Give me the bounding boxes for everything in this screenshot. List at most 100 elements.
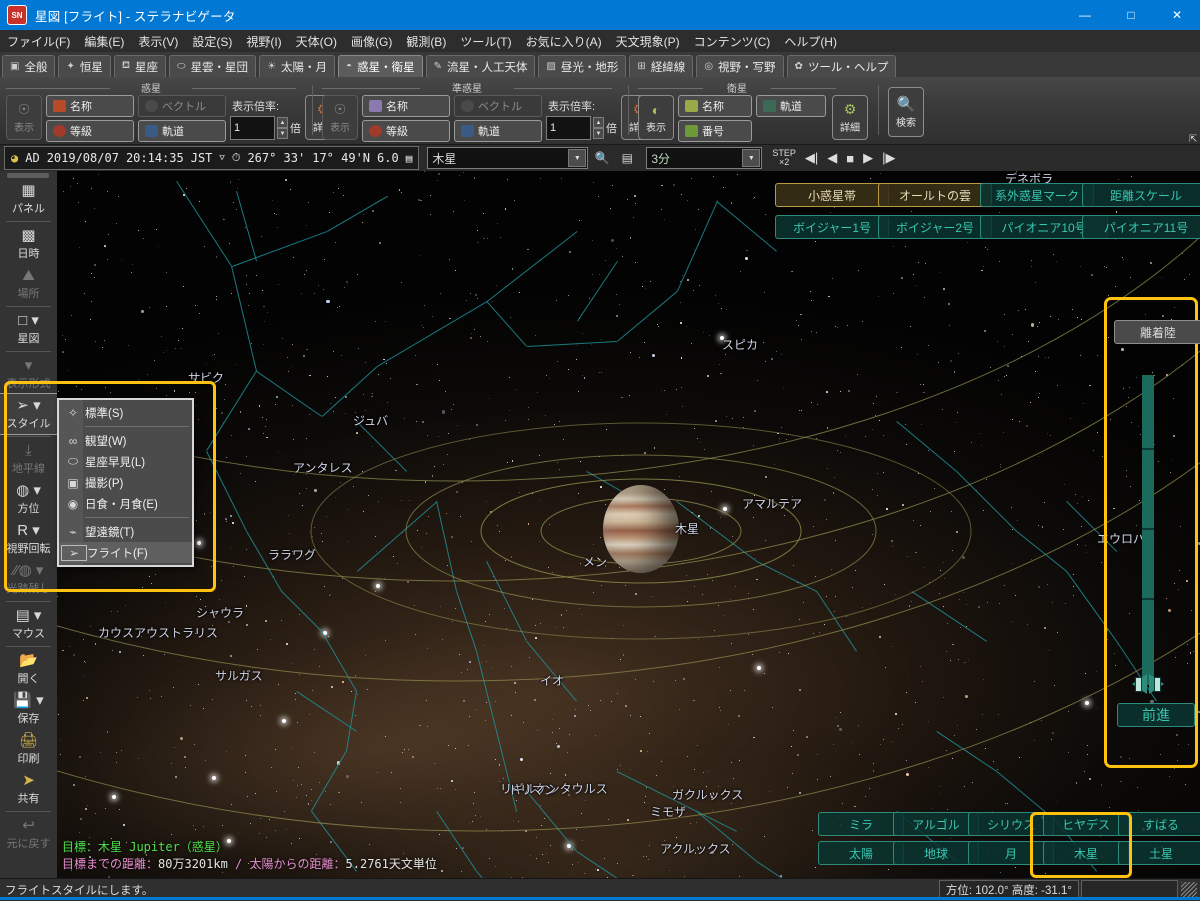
sidebar-item-chart[interactable]: □ ▾ 星図: [0, 309, 57, 349]
rewind-button[interactable]: ◀: [827, 150, 837, 166]
sky-label: 木星: [675, 522, 700, 536]
sidebar-item-datetime[interactable]: ▩ 日時: [0, 224, 57, 264]
planets-vector-toggle[interactable]: ベクトル: [138, 95, 226, 117]
time-value[interactable]: 20:14:35: [126, 151, 184, 165]
timezone-value[interactable]: JST: [191, 151, 213, 165]
play-button[interactable]: ▶: [863, 150, 873, 166]
dwarf-zoom-spinner[interactable]: ▲ ▼: [593, 117, 604, 139]
satellites-detail-button[interactable]: ⚙ 詳細: [832, 95, 868, 140]
dwarf-zoom-input[interactable]: 1: [546, 116, 591, 140]
close-button[interactable]: ✕: [1154, 0, 1200, 30]
menu-fieldofview[interactable]: 視野(I): [239, 31, 288, 52]
sky-button-probe-1[interactable]: ボイジャー2号: [878, 215, 992, 239]
date-value[interactable]: 2019/08/07: [47, 151, 119, 165]
sky-view[interactable]: デネボラ スピカ サビク ジュバ アンタレス ララワグ アマルテア 木星 メン エウロパ シャウラカ…: [57, 171, 1200, 878]
sky-button-0[interactable]: 小惑星帯: [775, 183, 889, 207]
datetime-panel[interactable]: ◕ AD 2019/08/07 20:14:35 JST ▽ ⏱ 267° 33…: [4, 146, 420, 170]
tab-constellations[interactable]: ⛾ 星座: [113, 55, 167, 77]
sidebar-item-open[interactable]: 📂 開く: [0, 649, 57, 689]
step-x2-icon[interactable]: STEP ×2: [772, 149, 796, 167]
tab-tools-help[interactable]: ✿ ツール・ヘルプ: [786, 55, 897, 77]
sky-button-3[interactable]: 距離スケール: [1082, 183, 1200, 207]
skip-forward-button[interactable]: |▶: [882, 150, 895, 166]
tab-sun-moon[interactable]: ☀ 太陽・月: [259, 55, 336, 77]
tab-planets-satellites[interactable]: ◓ 惑星・衛星: [338, 55, 423, 77]
timezone-dropdown-icon[interactable]: ▽: [219, 153, 224, 163]
sidebar-item-share[interactable]: ➤ 共有: [0, 769, 57, 809]
object-select[interactable]: 木星 ▼: [427, 147, 589, 169]
skip-back-button[interactable]: ◀|: [805, 150, 818, 166]
menu-edit[interactable]: 編集(E): [77, 31, 131, 52]
minimize-button[interactable]: —: [1062, 0, 1108, 30]
menu-file[interactable]: ファイル(F): [0, 31, 77, 52]
dwarf-magnitude-toggle[interactable]: 等級: [362, 120, 450, 142]
sidebar-item-print[interactable]: 🖨 印刷: [0, 729, 57, 769]
object-list-icon[interactable]: ▤: [616, 148, 638, 168]
menu-tools[interactable]: ツール(T): [453, 31, 518, 52]
sidebar-item-undo[interactable]: ↩ 元に戻す: [0, 814, 57, 854]
maximize-button[interactable]: □: [1108, 0, 1154, 30]
tab-nebulae[interactable]: ⬭ 星雲・星団: [169, 55, 257, 77]
resize-grip[interactable]: [1181, 882, 1197, 898]
flight-speed-slider[interactable]: [1142, 375, 1154, 685]
sky-button-probe-0[interactable]: ボイジャー1号: [775, 215, 889, 239]
sky-button-probe-3[interactable]: パイオニア11号: [1082, 215, 1200, 239]
menu-observation[interactable]: 観測(B): [399, 31, 453, 52]
menu-help[interactable]: ヘルプ(H): [777, 31, 844, 52]
planets-show-button[interactable]: ☉ 表示: [6, 95, 42, 140]
dwarf-vector-toggle[interactable]: ベクトル: [454, 95, 542, 117]
forward-button[interactable]: 前進: [1117, 703, 1195, 727]
tab-daylight-terrain[interactable]: ▨ 昼光・地形: [538, 55, 627, 77]
sky-button-1[interactable]: オールトの雲: [878, 183, 992, 207]
menu-settings[interactable]: 設定(S): [185, 31, 239, 52]
tab-gridlines[interactable]: ⊞ 経緯線: [629, 55, 694, 77]
menu-image[interactable]: 画像(G): [344, 31, 399, 52]
menu-view[interactable]: 表示(V): [131, 31, 185, 52]
sky-object-button-太陽[interactable]: 太陽: [818, 841, 904, 865]
planets-zoom-spinner[interactable]: ▲ ▼: [277, 117, 288, 139]
tab-stars[interactable]: ✦ 恒星: [58, 55, 111, 77]
satellites-number-toggle[interactable]: 番号: [678, 120, 752, 142]
sky-button-2[interactable]: 系外惑星マーク: [980, 183, 1094, 207]
print-icon: 🖨: [18, 732, 39, 749]
menu-favorites[interactable]: お気に入り(A): [519, 31, 609, 52]
sky-object-button-ミラ[interactable]: ミラ: [818, 812, 904, 836]
dwarf-name-toggle[interactable]: 名称: [362, 95, 450, 117]
object-search-icon[interactable]: 🔍: [591, 148, 613, 168]
sidebar-item-mouse[interactable]: ▤ ▾ マウス: [0, 604, 57, 644]
stop-button[interactable]: ■: [846, 151, 854, 166]
sky-object-button-アルゴル[interactable]: アルゴル: [893, 812, 979, 836]
satellites-orbit-toggle[interactable]: 軌道: [756, 95, 826, 117]
time-step-select[interactable]: 3分 ▼: [646, 147, 763, 169]
calendar-icon[interactable]: ▤: [406, 152, 413, 165]
flight-slider-handle[interactable]: [1124, 673, 1172, 695]
tab-general[interactable]: ▣ 全般: [2, 55, 56, 77]
chevron-down-icon[interactable]: ▼: [568, 149, 587, 167]
planets-magnitude-toggle[interactable]: 等級: [46, 120, 134, 142]
window-controls: — □ ✕: [1062, 0, 1200, 30]
menu-astronomy[interactable]: 天文現象(P): [609, 31, 687, 52]
sidebar-item-panel[interactable]: ▦ パネル: [0, 179, 57, 219]
jupiter-planet[interactable]: [603, 485, 679, 573]
tab-field-of-view[interactable]: ◎ 視野・写野: [696, 55, 784, 77]
menu-object[interactable]: 天体(O): [289, 31, 344, 52]
satellites-show-button[interactable]: ◐ 表示: [638, 95, 674, 140]
planets-name-toggle[interactable]: 名称: [46, 95, 134, 117]
sky-object-button-地球[interactable]: 地球: [893, 841, 979, 865]
chevron-down-icon[interactable]: ▼: [742, 149, 761, 167]
landing-button[interactable]: 離着陸: [1114, 320, 1200, 344]
dwarf-show-button[interactable]: ☉ 表示: [322, 95, 358, 140]
sidebar-item-save[interactable]: 💾 ▾ 保存: [0, 689, 57, 729]
planets-zoom-input[interactable]: 1: [230, 116, 275, 140]
search-button[interactable]: 🔍 検索: [888, 87, 924, 137]
dwarf-orbit-toggle[interactable]: 軌道: [454, 120, 542, 142]
satellites-name-toggle[interactable]: 名称: [678, 95, 752, 117]
group-title-satellites: 衛星: [727, 84, 747, 95]
tab-meteors[interactable]: ✎ 流星・人工天体: [425, 55, 536, 77]
now-icon[interactable]: ⏱: [232, 151, 241, 165]
gear-icon: ⚙: [843, 101, 857, 117]
sidebar-item-location[interactable]: ⛰ 場所: [0, 264, 57, 304]
planets-orbit-toggle[interactable]: 軌道: [138, 120, 226, 142]
sidebar-scroll-handle[interactable]: [7, 173, 49, 178]
menu-contents[interactable]: コンテンツ(C): [687, 31, 778, 52]
